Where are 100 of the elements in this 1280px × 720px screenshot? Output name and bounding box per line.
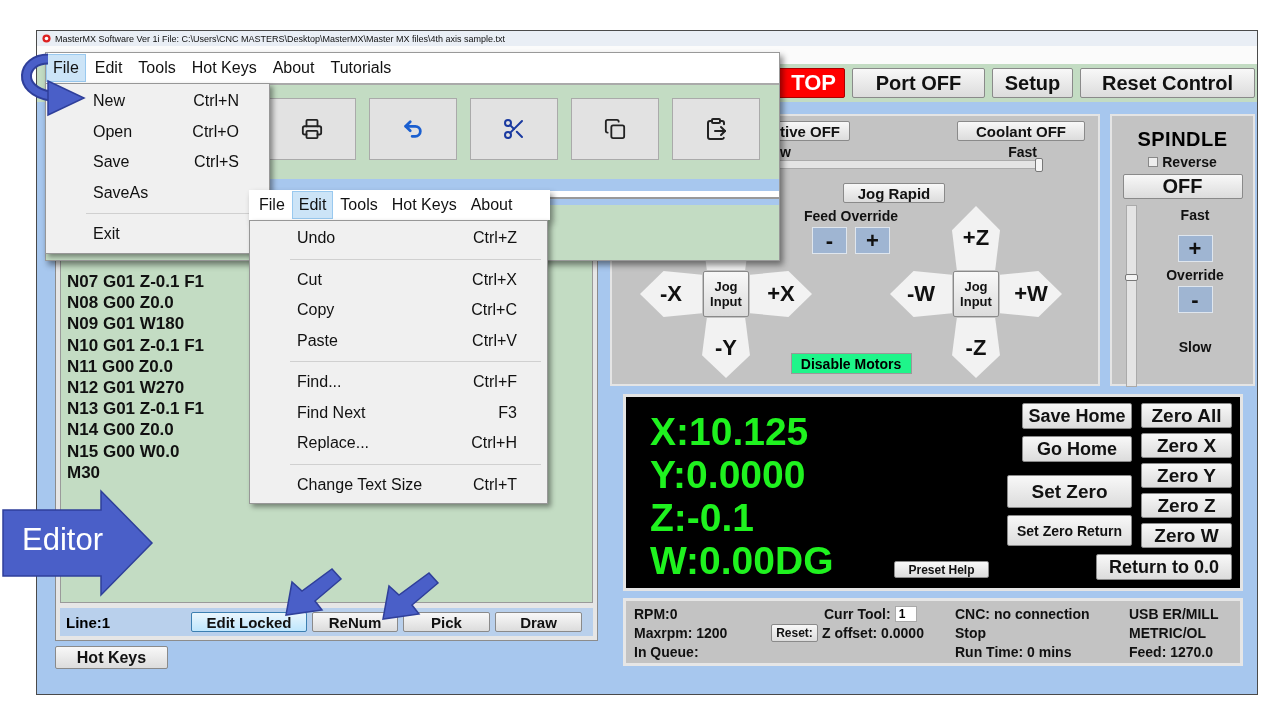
menu-item[interactable]: Open Ctrl+O: [86, 116, 269, 147]
menu-item[interactable]: Cut Ctrl+X: [290, 264, 547, 295]
zero-button[interactable]: Zero Z: [1141, 493, 1232, 518]
jog-arrow-button[interactable]: -Z: [952, 318, 1000, 378]
dro-button[interactable]: Set Zero: [1007, 475, 1132, 508]
code-line: N13 G01 Z-0.1 F1: [67, 398, 204, 420]
status-text: USB ER/MILL: [1129, 605, 1220, 622]
slider-label: Fast: [1008, 144, 1037, 160]
callout-label: Editor: [22, 522, 103, 558]
jog-rapid-button[interactable]: Jog Rapid: [843, 183, 945, 203]
zero-button[interactable]: Zero X: [1141, 433, 1232, 458]
increase-button[interactable]: +: [855, 227, 890, 254]
code-line: N11 G00 Z0.0: [67, 355, 173, 377]
jog-arrow-button[interactable]: +W: [1000, 270, 1062, 318]
spindle-title: SPINDLE: [1137, 128, 1228, 151]
tool-input-field[interactable]: 1: [894, 605, 917, 622]
scissors-icon: [502, 117, 526, 141]
pointer-arrow: [284, 568, 342, 616]
spindle-toggle-button[interactable]: OFF: [1122, 174, 1243, 199]
status-text: RPM:0: [634, 605, 679, 622]
hot-keys-button[interactable]: Hot Keys: [55, 646, 168, 669]
menu-item[interactable]: Tools: [333, 191, 385, 219]
menu-item[interactable]: Hot Keys: [184, 54, 264, 82]
toolbar-button[interactable]: [672, 98, 760, 160]
menu-item[interactable]: File: [46, 54, 86, 82]
dro-button[interactable]: Set Zero Return: [1007, 515, 1132, 546]
printer-icon: [301, 118, 323, 140]
dro-button[interactable]: Save Home: [1022, 403, 1132, 429]
preset-help-button[interactable]: Preset Help: [894, 561, 989, 578]
slider-label: w: [780, 144, 791, 160]
status-text: Z offset: 0.0000: [822, 624, 924, 641]
menu-item[interactable]: Tools: [131, 54, 183, 82]
jog-arrow-button[interactable]: -W: [890, 270, 952, 318]
menu-item[interactable]: Edit: [291, 191, 334, 219]
zero-button[interactable]: Zero W: [1141, 523, 1232, 548]
jog-arrow-button[interactable]: -X: [640, 270, 702, 318]
jog-input-button[interactable]: Jog Input: [953, 271, 999, 317]
editor-button[interactable]: Edit Locked: [191, 612, 307, 632]
checkbox[interactable]: [1148, 157, 1159, 167]
line-indicator: Line:1: [66, 613, 112, 631]
toolbar-button[interactable]: [268, 98, 356, 160]
override-slider[interactable]: [1126, 205, 1137, 387]
menu-item[interactable]: Paste Ctrl+V: [290, 325, 547, 356]
menu-item[interactable]: Change Text Size Ctrl+T: [290, 469, 547, 500]
undo-icon: [402, 118, 424, 140]
jog-arrow-button[interactable]: +X: [750, 270, 812, 318]
decrease-button[interactable]: -: [812, 227, 847, 254]
axis-readout: Y:0.0000: [650, 453, 806, 496]
status-text: Run Time: 0 mins: [955, 643, 1073, 660]
menu-item[interactable]: About: [463, 191, 520, 219]
code-line: N07 G01 Z-0.1 F1: [67, 271, 204, 293]
slider-thumb[interactable]: [1125, 274, 1138, 281]
toolbar-button[interactable]: Setup: [992, 68, 1073, 98]
toolbar-button[interactable]: Port OFF: [852, 68, 985, 98]
paste-icon: [704, 117, 728, 141]
menu-item[interactable]: Replace... Ctrl+H: [290, 428, 547, 459]
disable-motors-button[interactable]: Disable Motors: [790, 353, 912, 374]
menu-item[interactable]: Hot Keys: [384, 191, 464, 219]
menu-item[interactable]: Edit: [87, 54, 130, 82]
menu-item[interactable]: Undo Ctrl+Z: [290, 223, 547, 254]
slider-thumb[interactable]: [1035, 158, 1043, 172]
code-line: N08 G00 Z0.0: [67, 292, 174, 314]
jog-input-button[interactable]: Jog Input: [703, 271, 749, 317]
zero-button[interactable]: Zero Y: [1141, 463, 1232, 488]
decrease-button[interactable]: -: [1177, 286, 1213, 313]
jog-arrow-button[interactable]: +Z: [952, 206, 1000, 270]
status-text: In Queue:: [634, 643, 700, 660]
zero-button[interactable]: Zero All: [1141, 403, 1232, 428]
status-text: Feed: 1270.0: [1129, 643, 1215, 660]
toolbar-button[interactable]: Reset Control: [1080, 68, 1255, 98]
status-text: Curr Tool:: [824, 605, 891, 622]
jog-arrow-button[interactable]: -Y: [702, 318, 750, 378]
menu-item[interactable]: Find... Ctrl+F: [290, 367, 547, 398]
copy-icon: [604, 118, 626, 140]
window-title: MasterMX Software Ver 1i File: C:\Users\CNC MASTERS\Desktop\MasterMX\Master MX files\4th axis sample.txt: [55, 33, 506, 44]
editor-button[interactable]: ReNum: [312, 612, 398, 632]
menu-item[interactable]: Find Next F3: [290, 397, 547, 428]
editor-button[interactable]: Draw: [495, 612, 582, 632]
code-line: N09 G01 W180: [67, 313, 185, 335]
menu-item[interactable]: File: [252, 191, 292, 219]
code-line: N12 G01 W270: [67, 377, 185, 399]
menu-item[interactable]: About: [265, 54, 322, 82]
editor-button[interactable]: Pick: [403, 612, 490, 632]
code-line: N14 G00 Z0.0: [67, 419, 174, 441]
menu-item[interactable]: Copy Ctrl+C: [290, 295, 547, 326]
code-line: N10 G01 Z-0.1 F1: [67, 334, 204, 356]
menu-item[interactable]: New Ctrl+N: [86, 86, 269, 117]
toolbar-button[interactable]: [571, 98, 659, 160]
fast-label: Fast: [1180, 207, 1210, 223]
toolbar-button[interactable]: [470, 98, 558, 160]
reset-button[interactable]: Reset:: [771, 623, 818, 642]
menu-item[interactable]: Tutorials: [323, 54, 399, 82]
return-button[interactable]: Return to 0.0: [1096, 554, 1232, 580]
increase-button[interactable]: +: [1177, 235, 1213, 262]
override-label: Override: [1166, 267, 1224, 283]
dro-button[interactable]: Go Home: [1022, 436, 1132, 462]
feed-override-label: Feed Override: [803, 208, 899, 224]
coolant-button[interactable]: Coolant OFF: [957, 121, 1085, 141]
code-line: N15 G00 W0.0: [67, 440, 180, 462]
menu-item[interactable]: Save Ctrl+S: [86, 147, 269, 178]
